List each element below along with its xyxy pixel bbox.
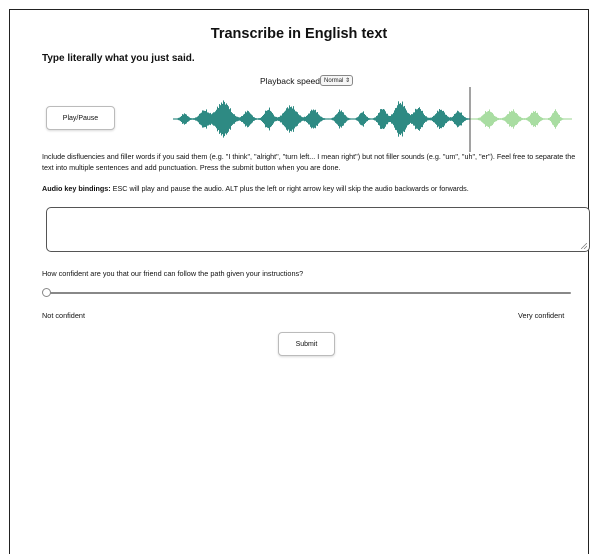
key-bindings-label: Audio key bindings:	[42, 184, 111, 193]
audio-waveform[interactable]	[0, 0, 598, 160]
disfluency-instructions: Include disfluencies and filler words if…	[42, 152, 576, 172]
key-bindings-text: ESC will play and pause the audio. ALT p…	[110, 184, 469, 193]
confidence-slider-track[interactable]	[46, 292, 571, 294]
confidence-min-label: Not confident	[42, 311, 85, 320]
confidence-question: How confident are you that our friend ca…	[42, 269, 304, 278]
confidence-slider-thumb[interactable]	[42, 288, 51, 297]
key-bindings-instructions: Audio key bindings: ESC will play and pa…	[42, 183, 576, 194]
submit-button[interactable]: Submit	[278, 332, 335, 356]
confidence-max-label: Very confident	[518, 311, 565, 320]
transcript-textarea[interactable]	[46, 207, 590, 252]
resize-handle-icon[interactable]	[581, 243, 587, 249]
waveform-bars	[173, 100, 572, 138]
